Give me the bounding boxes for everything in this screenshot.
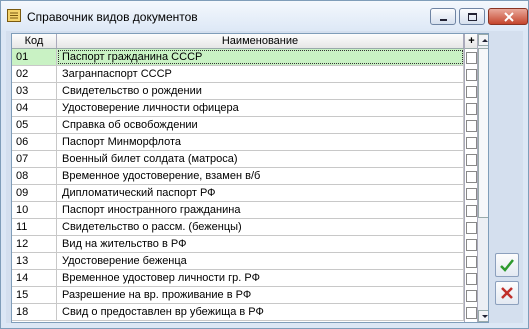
table-row[interactable]: 08 Временное удостоверение, взамен в/б bbox=[12, 168, 464, 185]
row-flag-checkbox[interactable] bbox=[466, 69, 477, 81]
minimize-icon bbox=[440, 19, 447, 21]
cell-name: Свид о предоставлен вр убежища в РФ bbox=[57, 304, 464, 320]
cell-code: 18 bbox=[12, 304, 57, 320]
row-flag-checkbox[interactable] bbox=[466, 137, 477, 149]
cell-code: 06 bbox=[12, 134, 57, 150]
flag-column: + bbox=[464, 34, 478, 322]
cell-code: 03 bbox=[12, 83, 57, 99]
grid-rows: 01 Паспорт гражданина СССР 02 Загранпаспорт… bbox=[12, 49, 464, 321]
arrow-up-icon bbox=[482, 39, 488, 42]
scroll-thumb[interactable] bbox=[478, 48, 488, 218]
title-bar[interactable]: Справочник видов документов bbox=[1, 1, 528, 31]
cell-name: Вид на жительство в РФ bbox=[57, 236, 464, 252]
cell-code: 09 bbox=[12, 185, 57, 201]
window-client-area: Код Наименование 01 Паспорт гражданина СС… bbox=[6, 31, 523, 323]
cell-name: Временное удостоверение, взамен в/б bbox=[57, 168, 464, 184]
cell-code: 08 bbox=[12, 168, 57, 184]
row-flag-checkbox[interactable] bbox=[466, 86, 477, 98]
book-icon bbox=[7, 9, 21, 22]
row-flag-checkbox[interactable] bbox=[466, 188, 477, 200]
row-flag-checkbox[interactable] bbox=[466, 171, 477, 183]
cell-name: Удостоверение беженца bbox=[57, 253, 464, 269]
grid-header: Код Наименование bbox=[12, 34, 464, 49]
row-flag-checkbox[interactable] bbox=[466, 239, 477, 251]
cell-code: 02 bbox=[12, 66, 57, 82]
cell-name: Удостоверение личности офицера bbox=[57, 100, 464, 116]
row-flag-checkbox[interactable] bbox=[466, 52, 477, 64]
scroll-down-button[interactable] bbox=[478, 310, 488, 322]
cell-name: Разрешение на вр. проживание в РФ bbox=[57, 287, 464, 303]
table-row[interactable]: 07 Военный билет солдата (матроса) bbox=[12, 151, 464, 168]
cell-code: 12 bbox=[12, 236, 57, 252]
vertical-scrollbar[interactable] bbox=[477, 34, 488, 322]
cell-code: 11 bbox=[12, 219, 57, 235]
cell-code: 14 bbox=[12, 270, 57, 286]
table-row[interactable]: 03 Свидетельство о рождении bbox=[12, 83, 464, 100]
cell-name: Дипломатический паспорт РФ bbox=[57, 185, 464, 201]
table-row[interactable]: 13 Удостоверение беженца bbox=[12, 253, 464, 270]
cell-name: Свидетельство о рассм. (беженцы) bbox=[57, 219, 464, 235]
cell-name: Паспорт иностранного гражданина bbox=[57, 202, 464, 218]
cell-name: Паспорт Минморфлота bbox=[57, 134, 464, 150]
column-header-code[interactable]: Код bbox=[12, 34, 57, 48]
maximize-button[interactable] bbox=[459, 8, 485, 25]
x-icon bbox=[501, 287, 513, 299]
close-button[interactable] bbox=[488, 8, 528, 25]
table-row[interactable]: 18 Свид о предоставлен вр убежища в РФ bbox=[12, 304, 464, 321]
cell-code: 01 bbox=[12, 49, 57, 65]
document-types-grid[interactable]: Код Наименование 01 Паспорт гражданина СС… bbox=[11, 33, 489, 323]
table-row[interactable]: 12 Вид на жительство в РФ bbox=[12, 236, 464, 253]
row-flag-checkbox[interactable] bbox=[466, 290, 477, 302]
cell-code: 10 bbox=[12, 202, 57, 218]
document-types-window: Справочник видов документов Код Наименов… bbox=[0, 0, 529, 329]
scroll-up-button[interactable] bbox=[478, 34, 488, 46]
table-row[interactable]: 10 Паспорт иностранного гражданина bbox=[12, 202, 464, 219]
row-flag-checkbox[interactable] bbox=[466, 154, 477, 166]
table-row[interactable]: 11 Свидетельство о рассм. (беженцы) bbox=[12, 219, 464, 236]
table-row[interactable]: 01 Паспорт гражданина СССР bbox=[12, 49, 464, 66]
cell-name: Справка об освобождении bbox=[57, 117, 464, 133]
row-flag-checkbox[interactable] bbox=[466, 256, 477, 268]
cell-name: Свидетельство о рождении bbox=[57, 83, 464, 99]
row-flag-checkbox[interactable] bbox=[466, 273, 477, 285]
table-row[interactable]: 04 Удостоверение личности офицера bbox=[12, 100, 464, 117]
row-flag-checkbox[interactable] bbox=[466, 307, 477, 319]
row-flag-checkbox[interactable] bbox=[466, 222, 477, 234]
table-row[interactable]: 09 Дипломатический паспорт РФ bbox=[12, 185, 464, 202]
ok-button[interactable] bbox=[495, 253, 519, 277]
close-icon bbox=[504, 12, 514, 22]
window-title: Справочник видов документов bbox=[27, 10, 198, 24]
column-header-name[interactable]: Наименование bbox=[57, 34, 464, 48]
cell-code: 15 bbox=[12, 287, 57, 303]
cell-name: Военный билет солдата (матроса) bbox=[57, 151, 464, 167]
cell-code: 13 bbox=[12, 253, 57, 269]
cell-code: 05 bbox=[12, 117, 57, 133]
cell-name: Временное удостовер личности гр. РФ bbox=[57, 270, 464, 286]
table-row[interactable]: 06 Паспорт Минморфлота bbox=[12, 134, 464, 151]
checkmark-icon bbox=[500, 259, 514, 272]
row-flag-checkbox[interactable] bbox=[466, 103, 477, 115]
table-row[interactable]: 14 Временное удостовер личности гр. РФ bbox=[12, 270, 464, 287]
row-flag-checkbox[interactable] bbox=[466, 120, 477, 132]
cell-name: Загранпаспорт СССР bbox=[57, 66, 464, 82]
cell-code: 04 bbox=[12, 100, 57, 116]
row-flag-checkbox[interactable] bbox=[466, 205, 477, 217]
cell-name: Паспорт гражданина СССР bbox=[57, 49, 464, 65]
cancel-button[interactable] bbox=[495, 281, 519, 305]
table-row[interactable]: 05 Справка об освобождении bbox=[12, 117, 464, 134]
cell-code: 07 bbox=[12, 151, 57, 167]
arrow-down-icon bbox=[482, 315, 488, 318]
table-row[interactable]: 02 Загранпаспорт СССР bbox=[12, 66, 464, 83]
minimize-button[interactable] bbox=[430, 8, 456, 25]
maximize-icon bbox=[468, 13, 477, 21]
table-row[interactable]: 15 Разрешение на вр. проживание в РФ bbox=[12, 287, 464, 304]
